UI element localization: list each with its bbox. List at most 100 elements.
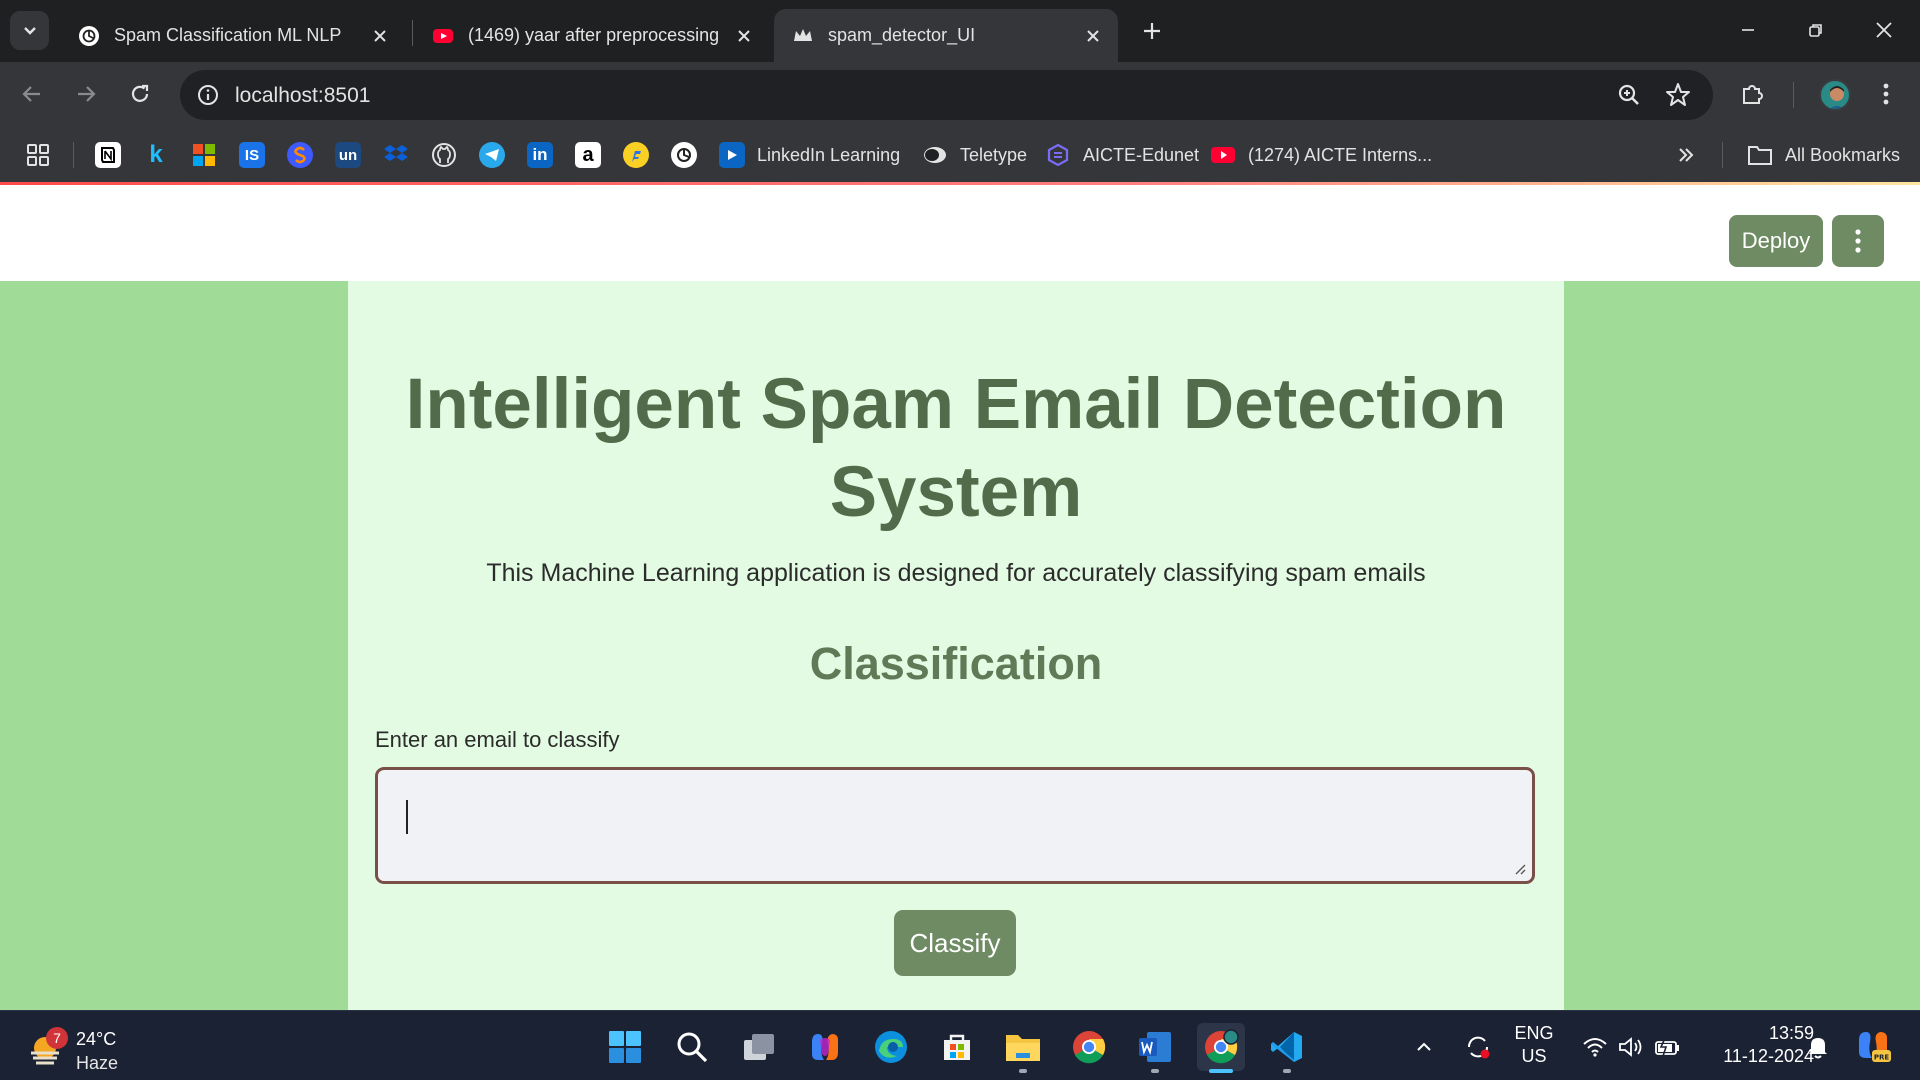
tab-youtube-preprocessing[interactable]: (1469) yaar after preprocessing bbox=[414, 9, 769, 62]
bookmark-interviewbit[interactable]: IS bbox=[239, 141, 265, 169]
deploy-button[interactable]: Deploy bbox=[1729, 215, 1823, 267]
site-info-icon[interactable] bbox=[196, 83, 220, 107]
weather-notification-badge: 7 bbox=[46, 1027, 68, 1049]
youtube-icon bbox=[1210, 142, 1236, 168]
app-menu-button[interactable] bbox=[1832, 215, 1884, 267]
section-title: Classification bbox=[809, 638, 1103, 689]
svg-text:PRE: PRE bbox=[1874, 1054, 1890, 1062]
close-icon[interactable] bbox=[1078, 21, 1108, 51]
close-window-button[interactable] bbox=[1862, 10, 1906, 50]
zoom-icon[interactable] bbox=[1617, 83, 1641, 107]
clock-date[interactable]: 11-12-2024 bbox=[1694, 1046, 1814, 1067]
minimize-button[interactable] bbox=[1726, 10, 1770, 50]
running-indicator bbox=[1151, 1069, 1159, 1073]
clock-time[interactable]: 13:59 bbox=[1694, 1023, 1814, 1044]
bookmark-linkedin[interactable]: in bbox=[527, 141, 553, 169]
address-bar[interactable]: localhost:8501 bbox=[180, 70, 1713, 120]
tab-title: Spam Classification ML NLP bbox=[114, 25, 342, 45]
close-icon[interactable] bbox=[365, 21, 395, 51]
vscode-icon bbox=[1271, 1032, 1302, 1062]
bookmark-flipkart[interactable] bbox=[623, 141, 649, 169]
bookmark-amazon[interactable]: a bbox=[575, 141, 601, 169]
bookmark-star-icon[interactable] bbox=[1665, 82, 1691, 108]
weather-widget[interactable]: 7 24°C Haze bbox=[24, 1023, 144, 1073]
bookmark-chatgpt[interactable] bbox=[671, 141, 697, 169]
word-button[interactable] bbox=[1131, 1023, 1179, 1073]
reload-button[interactable] bbox=[122, 76, 158, 112]
tab-search-button[interactable] bbox=[10, 11, 49, 50]
bookmark-label: LinkedIn Learning bbox=[757, 144, 901, 165]
youtube-icon bbox=[433, 28, 453, 43]
email-input-label: Enter an email to classify bbox=[375, 727, 620, 752]
bookmark-dropbox[interactable] bbox=[383, 141, 409, 169]
active-indicator bbox=[1209, 1069, 1233, 1073]
bookmark-notion[interactable] bbox=[95, 141, 121, 169]
linkedin-learning-icon bbox=[719, 142, 745, 168]
arrow-left-icon bbox=[22, 86, 40, 102]
restore-button[interactable] bbox=[1794, 10, 1838, 50]
classify-button[interactable]: Classify bbox=[894, 910, 1016, 976]
text-cursor bbox=[406, 800, 408, 834]
more-bookmarks-button[interactable] bbox=[1676, 141, 1696, 169]
language-code[interactable]: ENG bbox=[1508, 1023, 1560, 1044]
chevron-down-icon bbox=[23, 26, 36, 35]
wifi-icon bbox=[1583, 1038, 1607, 1057]
tab-separator bbox=[412, 20, 413, 46]
bookmark-kaggle[interactable]: k bbox=[143, 141, 169, 169]
dropbox-icon bbox=[383, 142, 409, 168]
bookmark-aicte-edunet[interactable]: AICTE-Edunet bbox=[1045, 141, 1199, 169]
copilot-pre-button[interactable]: PRE bbox=[1852, 1023, 1896, 1071]
tab-title: spam_detector_UI bbox=[828, 25, 976, 45]
forward-button[interactable] bbox=[68, 76, 104, 112]
chrome-profile-button[interactable] bbox=[1197, 1023, 1245, 1073]
bookmark-divider bbox=[73, 142, 74, 168]
bookmark-unstop[interactable]: un bbox=[335, 141, 361, 169]
file-explorer-button[interactable] bbox=[999, 1023, 1047, 1073]
resize-grip-icon[interactable] bbox=[1512, 861, 1526, 875]
url-text[interactable]: localhost:8501 bbox=[235, 84, 370, 108]
tab-spam-detector-ui[interactable]: spam_detector_UI bbox=[774, 9, 1118, 62]
vscode-button[interactable] bbox=[1263, 1023, 1311, 1073]
bookmark-teletype[interactable]: Teletype bbox=[922, 141, 1027, 169]
browser-menu-button[interactable] bbox=[1868, 76, 1904, 112]
amazon-icon: a bbox=[575, 142, 601, 168]
task-view-button[interactable] bbox=[735, 1023, 783, 1071]
show-hidden-icons-button[interactable] bbox=[1406, 1023, 1442, 1071]
app-description: This Machine Learning application is des… bbox=[486, 559, 1426, 587]
puzzle-icon bbox=[1743, 85, 1763, 104]
close-icon[interactable] bbox=[729, 21, 759, 51]
email-input[interactable] bbox=[378, 770, 1532, 881]
search-icon bbox=[677, 1032, 708, 1063]
teletype-icon bbox=[922, 142, 948, 168]
bookmark-linkedin-learning[interactable]: LinkedIn Learning bbox=[719, 141, 900, 169]
sync-status-button[interactable] bbox=[1460, 1023, 1496, 1071]
microsoft-store-button[interactable] bbox=[933, 1023, 981, 1071]
email-input-container[interactable] bbox=[375, 767, 1535, 884]
new-tab-button[interactable] bbox=[1136, 15, 1168, 47]
sync-icon bbox=[1467, 1036, 1490, 1059]
back-button[interactable] bbox=[14, 76, 50, 112]
bookmark-aicte-interns[interactable]: (1274) AICTE Interns... bbox=[1210, 141, 1432, 169]
notifications-button[interactable] bbox=[1800, 1023, 1836, 1071]
copilot-button[interactable] bbox=[801, 1023, 849, 1071]
bookmark-telegram[interactable] bbox=[479, 141, 505, 169]
tab-spam-classification[interactable]: Spam Classification ML NLP bbox=[60, 9, 405, 62]
bookmark-github[interactable] bbox=[431, 141, 457, 169]
bookmark-microsoft[interactable] bbox=[191, 141, 217, 169]
extensions-button[interactable] bbox=[1735, 76, 1771, 112]
quick-settings-button[interactable] bbox=[1572, 1023, 1692, 1071]
bookmark-scaler[interactable] bbox=[287, 141, 313, 169]
apps-shortcut[interactable] bbox=[26, 141, 50, 169]
search-button[interactable] bbox=[668, 1023, 716, 1071]
chatgpt-icon bbox=[79, 25, 99, 46]
start-button[interactable] bbox=[601, 1023, 649, 1071]
flipkart-icon bbox=[623, 142, 649, 168]
close-icon bbox=[1876, 22, 1892, 38]
folder-icon bbox=[1006, 1035, 1040, 1061]
weather-temperature: 24°C bbox=[76, 1029, 117, 1049]
chrome-button[interactable] bbox=[1065, 1023, 1113, 1071]
all-bookmarks-button[interactable]: All Bookmarks bbox=[1747, 141, 1900, 169]
profile-avatar[interactable] bbox=[1819, 79, 1851, 111]
edge-button[interactable] bbox=[867, 1023, 915, 1071]
language-region[interactable]: US bbox=[1508, 1046, 1560, 1067]
